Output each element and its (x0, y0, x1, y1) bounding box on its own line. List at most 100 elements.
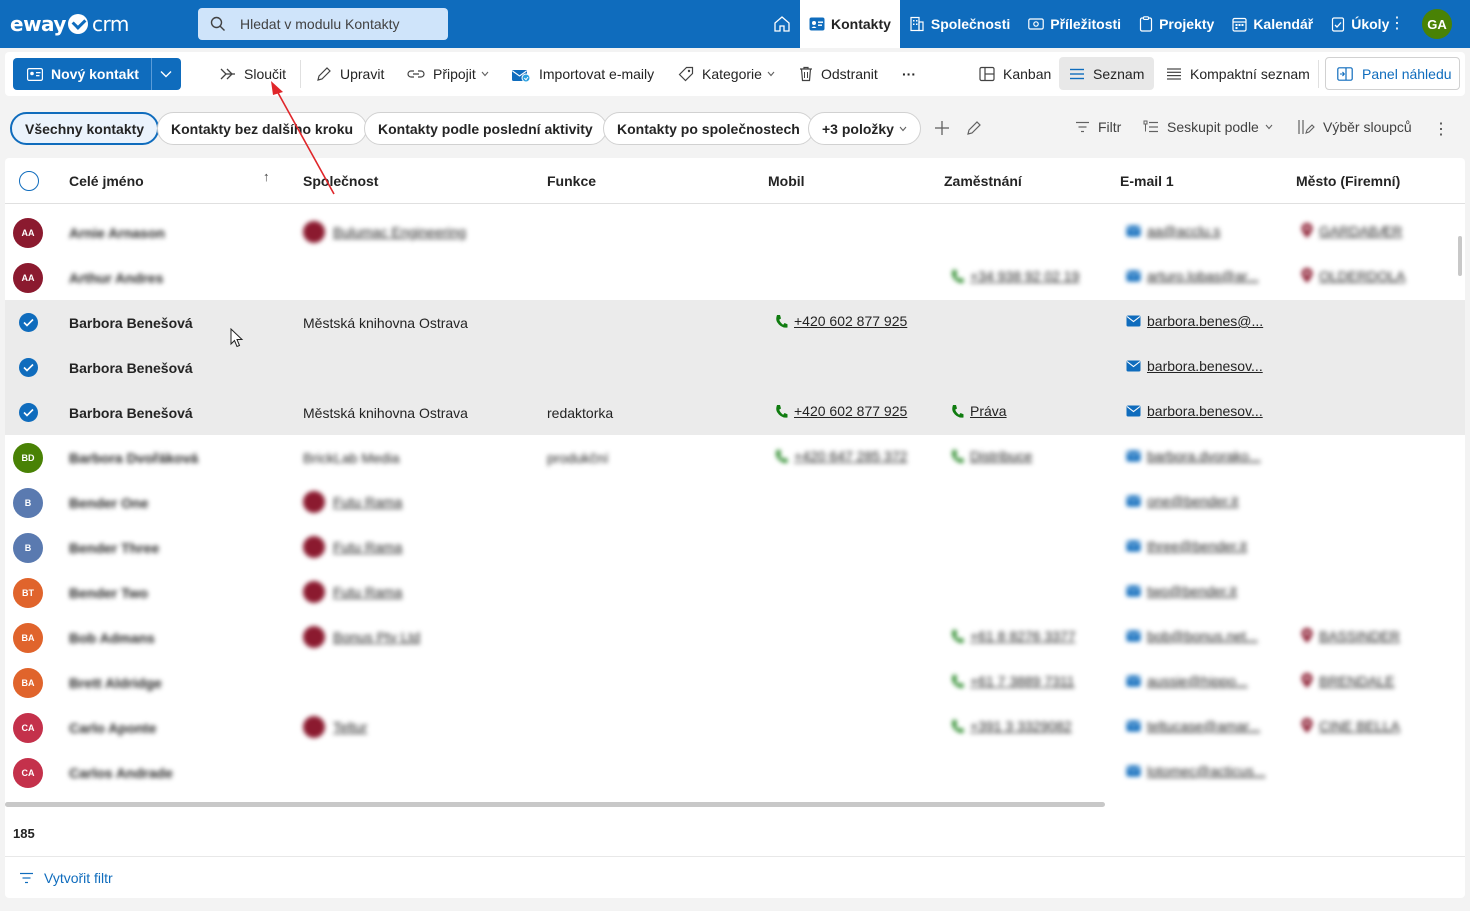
row-checkbox-checked[interactable] (19, 358, 38, 377)
cell-full-name[interactable]: Brett Aldridge (69, 675, 162, 691)
cell-full-name[interactable]: Barbora Benešová (69, 360, 193, 376)
email-link[interactable]: lotomec@acticus... (1147, 763, 1265, 779)
table-row[interactable]: BT Bender Two Futu Rama two@bender.it (5, 570, 1465, 615)
mobile-link[interactable]: +420 602 877 925 (794, 313, 907, 329)
table-row[interactable]: BA Bob Admans Bonus Pty Ltd +61 8 8276 3377… (5, 615, 1465, 660)
filter-button[interactable]: Filtr (1075, 119, 1121, 135)
avatar[interactable]: B (13, 488, 43, 518)
cell-company[interactable]: Futu Rama (303, 491, 402, 513)
add-filter-button[interactable] (934, 120, 958, 136)
cell-email[interactable]: barbora.benesov... (1126, 358, 1263, 374)
cell-job[interactable]: Práva (951, 403, 1007, 419)
view-list-button[interactable]: Seznam (1059, 57, 1155, 90)
nav-item-calendar[interactable]: Kalendář (1223, 0, 1322, 48)
row-checkbox-checked[interactable] (19, 313, 38, 332)
company-link[interactable]: Futu Rama (333, 539, 402, 555)
new-contact-button[interactable]: Nový kontakt (13, 58, 151, 90)
cell-full-name[interactable]: Bender Three (69, 540, 159, 556)
email-link[interactable]: two@bender.it (1147, 583, 1237, 599)
cell-email[interactable]: bob@bonus.net... (1126, 628, 1258, 644)
email-link[interactable]: aa@acclu.s (1147, 223, 1220, 239)
table-row[interactable]: CA Carlos Andrade lotomec@acticus... (5, 750, 1465, 795)
cell-job[interactable]: +391 3 3329082 (951, 718, 1072, 734)
edit-filters-button[interactable] (966, 120, 990, 136)
mobile-link[interactable]: +420 602 877 925 (794, 403, 907, 419)
avatar[interactable]: BD (13, 443, 43, 473)
column-header-city[interactable]: Město (Firemní) (1296, 173, 1400, 189)
filter-pill-by-company[interactable]: Kontakty po společnostech (603, 112, 814, 145)
filter-pill-no-next-step[interactable]: Kontakty bez dalšího kroku (157, 112, 368, 145)
company-link[interactable]: Futu Rama (333, 494, 402, 510)
table-row[interactable]: AA Arthur Andres +34 938 92 02 19 arturo.lo… (5, 255, 1465, 300)
avatar[interactable]: CA (13, 758, 43, 788)
edit-button[interactable]: Upravit (316, 64, 384, 84)
more-options-icon[interactable]: ⋮ (1433, 119, 1449, 139)
email-link[interactable]: aussie@hippo... (1147, 673, 1248, 689)
cell-company[interactable]: BrickLab Media (303, 450, 400, 466)
cell-company[interactable]: Městská knihovna Ostrava (303, 315, 468, 331)
city-link[interactable]: GARDABÆR (1319, 223, 1402, 239)
cell-mobile[interactable]: +420 647 285 372 (775, 448, 907, 464)
email-link[interactable]: bob@bonus.net... (1147, 628, 1258, 644)
row-checkbox-checked[interactable] (19, 403, 38, 422)
company-link[interactable]: Bulumac Engineering (333, 224, 466, 240)
cell-email[interactable]: aussie@hippo... (1126, 673, 1248, 689)
cell-email[interactable]: two@bender.it (1126, 583, 1237, 599)
cell-job[interactable]: Distribuce (951, 448, 1032, 464)
cell-email[interactable]: three@bender.it (1126, 538, 1247, 554)
email-link[interactable]: teltucase@amar... (1147, 718, 1260, 734)
city-link[interactable]: BRENDALE (1319, 673, 1394, 689)
email-link[interactable]: arturo.lobas@ar... (1147, 268, 1259, 284)
column-header-company[interactable]: Společnost (303, 173, 378, 189)
email-link[interactable]: barbora.benesov... (1147, 358, 1263, 374)
cell-email[interactable]: barbora.benesov... (1126, 403, 1263, 419)
email-link[interactable]: barbora.benesov... (1147, 403, 1263, 419)
cell-full-name[interactable]: Bob Admans (69, 630, 155, 646)
email-link[interactable]: three@bender.it (1147, 538, 1247, 554)
job-link[interactable]: +61 8 8276 3377 (970, 628, 1076, 644)
city-link[interactable]: CINE BELLA (1319, 718, 1400, 734)
filter-pill-more[interactable]: +3 položky (808, 112, 921, 145)
nav-item-companies[interactable]: Společnosti (900, 0, 1019, 48)
home-button[interactable] (770, 12, 794, 36)
job-link[interactable]: +391 3 3329082 (970, 718, 1072, 734)
view-kanban-button[interactable]: Kanban (979, 64, 1051, 84)
table-row[interactable]: BD Barbora Dvořáková BrickLab Media produkč… (5, 435, 1465, 480)
column-header-function[interactable]: Funkce (547, 173, 596, 189)
job-link[interactable]: +61 7 3889 7311 (970, 673, 1074, 689)
avatar[interactable]: CA (13, 713, 43, 743)
cell-full-name[interactable]: Carlo Aponte (69, 720, 156, 736)
company-link[interactable]: Teltur (333, 719, 367, 735)
table-row[interactable]: Barbora Benešová barbora.benesov... (5, 345, 1465, 390)
job-link[interactable]: Distribuce (970, 448, 1032, 464)
city-link[interactable]: OLDERDOLA (1319, 268, 1405, 284)
select-all-checkbox[interactable] (19, 171, 39, 191)
company-link[interactable]: Futu Rama (333, 584, 402, 600)
avatar[interactable]: AA (13, 263, 43, 293)
import-emails-button[interactable]: Importovat e-maily (511, 64, 654, 84)
vertical-scrollbar[interactable] (1458, 236, 1462, 276)
cell-email[interactable]: aa@acclu.s (1126, 223, 1220, 239)
delete-button[interactable]: Odstranit (799, 64, 878, 84)
column-header-full-name[interactable]: Celé jméno (69, 173, 144, 189)
table-row[interactable]: CA Carlo Aponte Teltur +391 3 3329082 teltuc… (5, 705, 1465, 750)
table-row[interactable]: AA Arnie Arnason Bulumac Engineering aa@acc… (5, 210, 1465, 255)
filter-pill-last-activity[interactable]: Kontakty podle poslední aktivity (364, 112, 607, 145)
search-input[interactable]: Hledat v modulu Kontakty (198, 8, 448, 40)
group-by-button[interactable]: Seskupit podle (1143, 119, 1281, 135)
horizontal-scrollbar[interactable] (5, 802, 1105, 807)
cell-email[interactable]: arturo.lobas@ar... (1126, 268, 1259, 284)
cell-full-name[interactable]: Barbora Benešová (69, 315, 193, 331)
email-link[interactable]: barbora.benes@... (1147, 313, 1263, 329)
preview-panel-button[interactable]: Panel náhledu (1325, 57, 1460, 90)
nav-item-projects[interactable]: Projekty (1130, 0, 1223, 48)
filter-pill-all-contacts[interactable]: Všechny kontakty (10, 112, 160, 145)
job-link[interactable]: +34 938 92 02 19 (970, 268, 1079, 284)
cell-email[interactable]: one@bender.it (1126, 493, 1238, 509)
job-link[interactable]: Práva (970, 403, 1007, 419)
cell-full-name[interactable]: Bender One (69, 495, 148, 511)
avatar[interactable]: BA (13, 668, 43, 698)
cell-company[interactable]: Městská knihovna Ostrava (303, 405, 468, 421)
merge-button[interactable]: Sloučit (220, 64, 286, 84)
email-link[interactable]: barbora.dvorako... (1147, 448, 1261, 464)
